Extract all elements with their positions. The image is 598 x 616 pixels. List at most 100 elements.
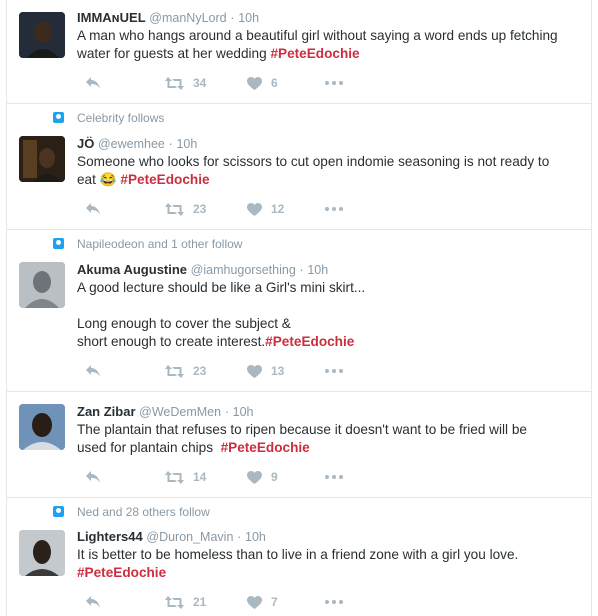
avatar[interactable] xyxy=(19,530,65,576)
tweet-text: A man who hangs around a beautiful girl … xyxy=(77,27,583,63)
user-handle[interactable]: @Duron_Mavin xyxy=(146,530,233,544)
hashtag-link[interactable]: #PeteEdochie xyxy=(265,334,354,349)
tweet-text: A good lecture should be like a Girl's m… xyxy=(77,279,583,351)
heart-icon xyxy=(247,364,262,378)
user-handle[interactable]: @WeDemMen xyxy=(139,405,221,419)
timestamp[interactable]: 10h xyxy=(233,405,254,419)
retweet-button[interactable]: 23 xyxy=(165,361,206,381)
user-handle[interactable]: @iamhugorsething xyxy=(191,263,296,277)
more-button[interactable] xyxy=(325,467,343,487)
separator: · xyxy=(299,262,304,277)
more-button[interactable] xyxy=(325,73,343,93)
avatar[interactable] xyxy=(19,404,65,450)
like-count: 13 xyxy=(271,364,285,378)
user-handle[interactable]: @ewemhee xyxy=(98,137,165,151)
retweet-count: 23 xyxy=(193,202,207,216)
tweet[interactable]: Zan Zibar @WeDemMen · 10h The plantain t… xyxy=(7,392,591,498)
tweet-line: Long enough to cover the subject & xyxy=(77,316,291,331)
timestamp[interactable]: 10h xyxy=(176,137,197,151)
more-icon xyxy=(325,600,343,604)
more-icon xyxy=(325,369,343,373)
like-count: 6 xyxy=(271,76,278,90)
follow-context-text[interactable]: Celebrity follows xyxy=(77,111,164,125)
tweet[interactable]: Celebrity follows JÖ @ewemhee · 10h Some… xyxy=(7,104,591,230)
follow-context-icon xyxy=(53,238,64,249)
tweet-line: eat 😂 #PeteEdochie xyxy=(77,171,583,189)
tweet-header: Zan Zibar @WeDemMen · 10h xyxy=(77,403,254,421)
user-name[interactable]: Akuma Augustine xyxy=(77,262,187,277)
like-count: 9 xyxy=(271,470,278,484)
follow-context-text[interactable]: Ned and 28 others follow xyxy=(77,505,210,519)
tweet-actions: 21 7 xyxy=(77,592,377,612)
like-button[interactable]: 7 xyxy=(247,592,278,612)
tweet[interactable]: Ned and 28 others follow Lighters44 @Dur… xyxy=(7,498,591,616)
user-name[interactable]: Lighters44 xyxy=(77,529,143,544)
more-button[interactable] xyxy=(325,361,343,381)
more-button[interactable] xyxy=(325,592,343,612)
timestamp[interactable]: 10h xyxy=(307,263,328,277)
reply-icon xyxy=(86,365,100,377)
hashtag-link[interactable]: #PeteEdochie xyxy=(270,46,359,61)
reply-button[interactable] xyxy=(85,73,101,93)
user-name[interactable]: Zan Zibar xyxy=(77,404,136,419)
tweet-line-text: used for plantain chips xyxy=(77,440,221,455)
reply-button[interactable] xyxy=(85,361,101,381)
retweet-icon xyxy=(165,595,184,609)
more-icon xyxy=(325,207,343,211)
reply-button[interactable] xyxy=(85,199,101,219)
tweet-text: It is better to be homeless than to live… xyxy=(77,546,583,582)
timeline: IMMAɴUEL @manNyLord · 10h A man who hang… xyxy=(6,0,592,616)
retweet-button[interactable]: 21 xyxy=(165,592,206,612)
tweet-header: IMMAɴUEL @manNyLord · 10h xyxy=(77,9,259,27)
tweet-text: The plantain that refuses to ripen becau… xyxy=(77,421,583,457)
more-button[interactable] xyxy=(325,199,343,219)
reply-icon xyxy=(86,77,100,89)
follow-context-icon xyxy=(53,112,64,123)
tweet-line: It is better to be homeless than to live… xyxy=(77,547,519,562)
hashtag-link[interactable]: #PeteEdochie xyxy=(77,565,166,580)
retweet-icon xyxy=(165,76,184,90)
tweet-header: Akuma Augustine @iamhugorsething · 10h xyxy=(77,261,328,279)
avatar[interactable] xyxy=(19,136,65,182)
like-button[interactable]: 6 xyxy=(247,73,278,93)
tweet-line xyxy=(77,297,583,315)
user-name[interactable]: JÖ xyxy=(77,136,94,151)
retweet-count: 21 xyxy=(193,595,207,609)
tweet-actions: 14 9 xyxy=(77,467,377,487)
separator: · xyxy=(168,136,173,151)
follow-context: Ned and 28 others follow xyxy=(53,504,210,520)
follow-context-text[interactable]: Napileodeon and 1 other follow xyxy=(77,237,242,251)
more-icon xyxy=(325,81,343,85)
timestamp[interactable]: 10h xyxy=(245,530,266,544)
avatar[interactable] xyxy=(19,262,65,308)
like-button[interactable]: 12 xyxy=(247,199,284,219)
tweet[interactable]: IMMAɴUEL @manNyLord · 10h A man who hang… xyxy=(7,0,591,104)
retweet-button[interactable]: 23 xyxy=(165,199,206,219)
reply-button[interactable] xyxy=(85,592,101,612)
timestamp[interactable]: 10h xyxy=(238,11,259,25)
hashtag-link[interactable]: #PeteEdochie xyxy=(221,440,310,455)
separator: · xyxy=(237,529,242,544)
avatar[interactable] xyxy=(19,12,65,58)
tweet-line: #PeteEdochie xyxy=(77,564,583,582)
user-name[interactable]: IMMAɴUEL xyxy=(77,10,146,25)
tweet-line: A good lecture should be like a Girl's m… xyxy=(77,280,366,295)
retweet-count: 14 xyxy=(193,470,207,484)
more-icon xyxy=(325,475,343,479)
like-button[interactable]: 9 xyxy=(247,467,278,487)
reply-button[interactable] xyxy=(85,467,101,487)
follow-context: Napileodeon and 1 other follow xyxy=(53,236,242,252)
tweet[interactable]: Napileodeon and 1 other follow Akuma Aug… xyxy=(7,230,591,392)
heart-icon xyxy=(247,202,262,216)
heart-icon xyxy=(247,470,262,484)
tweet-header: Lighters44 @Duron_Mavin · 10h xyxy=(77,528,266,546)
retweet-button[interactable]: 14 xyxy=(165,467,206,487)
hashtag-link[interactable]: #PeteEdochie xyxy=(120,172,209,187)
tweet-actions: 34 6 xyxy=(77,73,377,93)
tweet-line: short enough to create interest.#PeteEdo… xyxy=(77,333,583,351)
retweet-button[interactable]: 34 xyxy=(165,73,206,93)
user-handle[interactable]: @manNyLord xyxy=(149,11,226,25)
tweet-header: JÖ @ewemhee · 10h xyxy=(77,135,197,153)
like-button[interactable]: 13 xyxy=(247,361,284,381)
heart-icon xyxy=(247,595,262,609)
